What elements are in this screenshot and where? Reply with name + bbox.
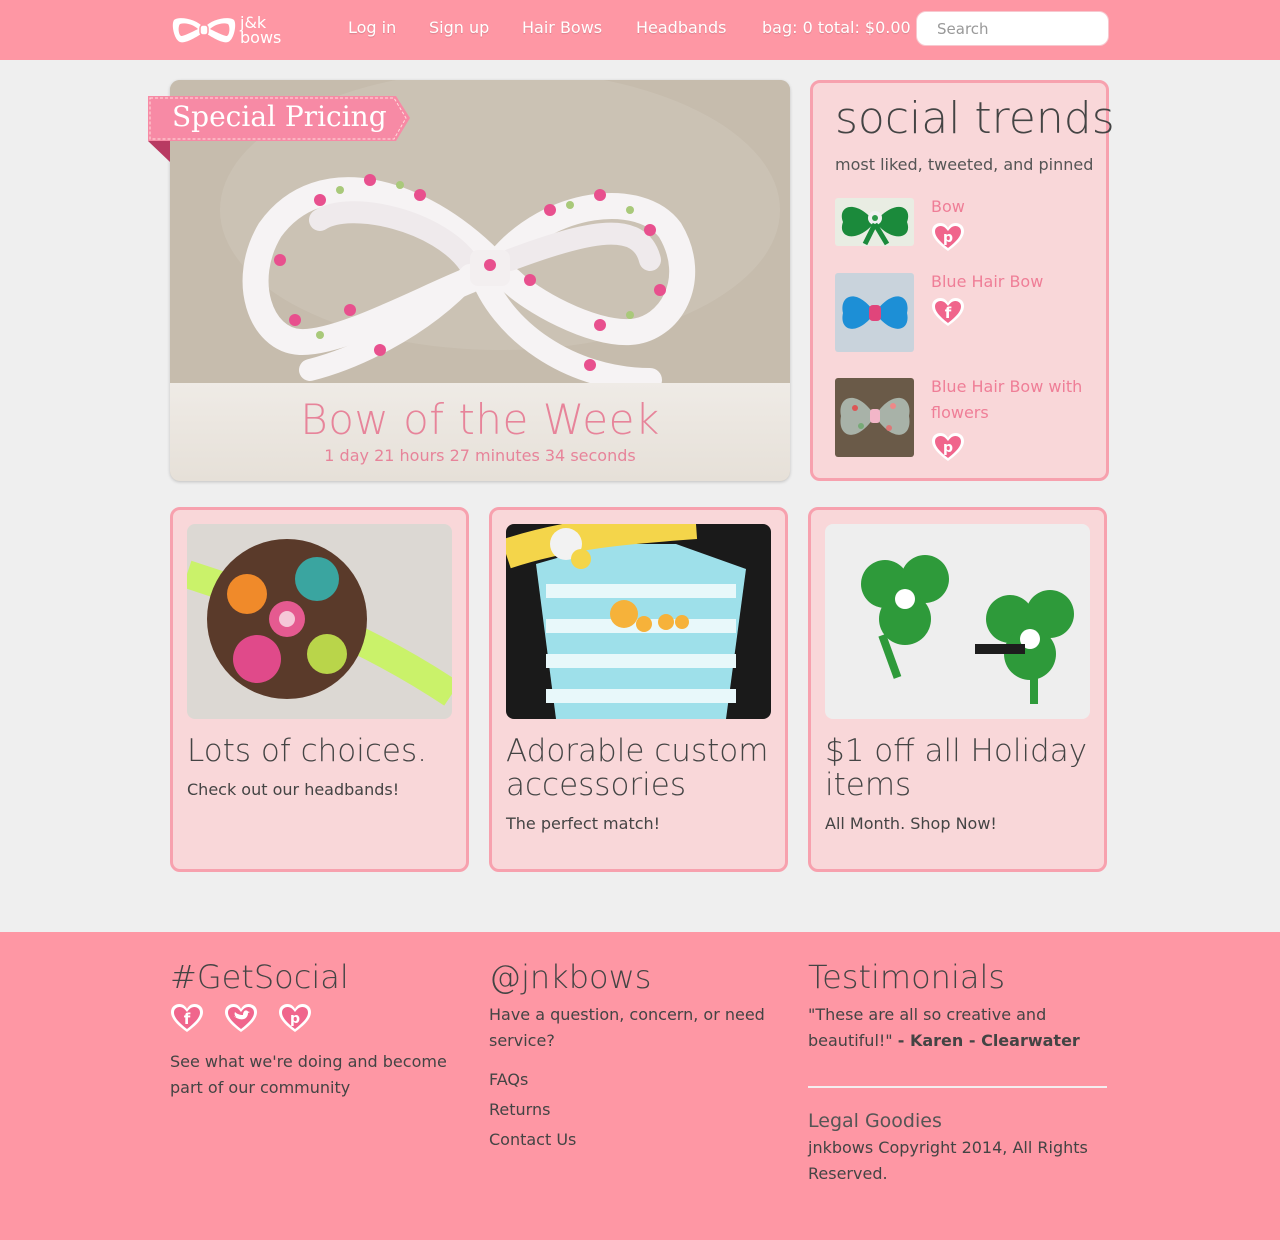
onesie-photo bbox=[506, 524, 771, 719]
footer-testimonials-title: Testimonials bbox=[808, 958, 1005, 996]
card-text: All Month. Shop Now! bbox=[825, 814, 997, 833]
faqs-link[interactable]: FAQs bbox=[489, 1070, 528, 1089]
bow-logo-icon bbox=[172, 18, 236, 43]
facebook-heart-icon[interactable]: f bbox=[170, 1003, 204, 1033]
site-logo[interactable]: j&k bows bbox=[172, 12, 284, 48]
footer-social-text: See what we're doing and become part of … bbox=[170, 1052, 447, 1097]
pinterest-heart-icon[interactable]: p bbox=[931, 222, 965, 252]
svg-text:f: f bbox=[945, 304, 952, 322]
card-text: The perfect match! bbox=[506, 814, 661, 833]
shamrock-clips-photo bbox=[825, 524, 1090, 719]
card-title: Lots of choices. bbox=[187, 733, 427, 769]
nav-headbands-link[interactable]: Headbands bbox=[636, 18, 726, 37]
social-trends-panel: social trends most liked, tweeted, and p… bbox=[810, 80, 1115, 481]
footer-contact-title: @jnkbows bbox=[489, 958, 652, 996]
card-title: Adorable custom accessories bbox=[506, 733, 769, 803]
svg-text:p: p bbox=[943, 230, 953, 246]
svg-text:f: f bbox=[184, 1010, 191, 1028]
countdown-timer: 1 day 21 hours 27 minutes 34 seconds bbox=[324, 446, 636, 465]
social-trends-title: social trends bbox=[835, 93, 1115, 144]
promo-card-custom-accessories[interactable]: Adorable custom accessories The perfect … bbox=[489, 507, 788, 872]
testimonial: "These are all so creative and beautiful… bbox=[808, 1002, 1107, 1054]
trend-name-link[interactable]: Blue Hair Bow bbox=[931, 269, 1091, 295]
card-title: $1 off all Holiday items bbox=[825, 733, 1088, 803]
promo-card-headbands[interactable]: Lots of choices. Check out our headbands… bbox=[170, 507, 469, 872]
pinterest-heart-icon[interactable]: p bbox=[278, 1003, 312, 1033]
search-input[interactable] bbox=[916, 11, 1109, 46]
copyright-text: jnkbows Copyright 2014, All Rights Reser… bbox=[808, 1138, 1088, 1183]
facebook-heart-icon[interactable]: f bbox=[931, 297, 965, 327]
nav-login-link[interactable]: Log in bbox=[348, 18, 396, 37]
pinterest-heart-icon[interactable]: p bbox=[931, 432, 965, 462]
legal-title: Legal Goodies bbox=[808, 1110, 942, 1132]
returns-link[interactable]: Returns bbox=[489, 1100, 550, 1119]
special-pricing-label: Special Pricing bbox=[172, 100, 387, 133]
twitter-heart-icon[interactable] bbox=[224, 1003, 258, 1033]
footer-contact-text: Have a question, concern, or need servic… bbox=[489, 1005, 765, 1050]
logo-text: j&k bows bbox=[240, 15, 282, 47]
nav-bag-link[interactable]: bag: 0 total: $0.00 bbox=[762, 18, 911, 37]
nav-hair-bows-link[interactable]: Hair Bows bbox=[522, 18, 602, 37]
nav-signup-link[interactable]: Sign up bbox=[429, 18, 489, 37]
promo-card-holiday[interactable]: $1 off all Holiday items All Month. Shop… bbox=[808, 507, 1107, 872]
contact-us-link[interactable]: Contact Us bbox=[489, 1130, 576, 1149]
bow-of-the-week-caption: Bow of the Week 1 day 21 hours 27 minute… bbox=[170, 383, 790, 481]
social-trends-subtitle: most liked, tweeted, and pinned bbox=[835, 155, 1094, 174]
top-nav: j&k bows Log in Sign up Hair Bows Headba… bbox=[0, 0, 1280, 60]
headband-photo bbox=[187, 524, 452, 719]
trend-name-link[interactable]: Bow bbox=[931, 194, 1091, 220]
footer-social-title: #GetSocial bbox=[170, 958, 349, 996]
trend-thumbnail[interactable] bbox=[835, 378, 914, 457]
svg-text:p: p bbox=[290, 1011, 300, 1027]
testimonial-author: - Karen - Clearwater bbox=[897, 1031, 1080, 1050]
trend-thumbnail[interactable] bbox=[835, 198, 914, 246]
trend-name-link[interactable]: Blue Hair Bow with flowers bbox=[931, 374, 1091, 426]
bow-of-the-week-title: Bow of the Week bbox=[300, 395, 660, 444]
footer-divider bbox=[808, 1086, 1107, 1088]
logo-line2: bows bbox=[240, 28, 282, 47]
svg-text:p: p bbox=[943, 440, 953, 456]
card-text: Check out our headbands! bbox=[187, 780, 400, 799]
trend-thumbnail[interactable] bbox=[835, 273, 914, 352]
